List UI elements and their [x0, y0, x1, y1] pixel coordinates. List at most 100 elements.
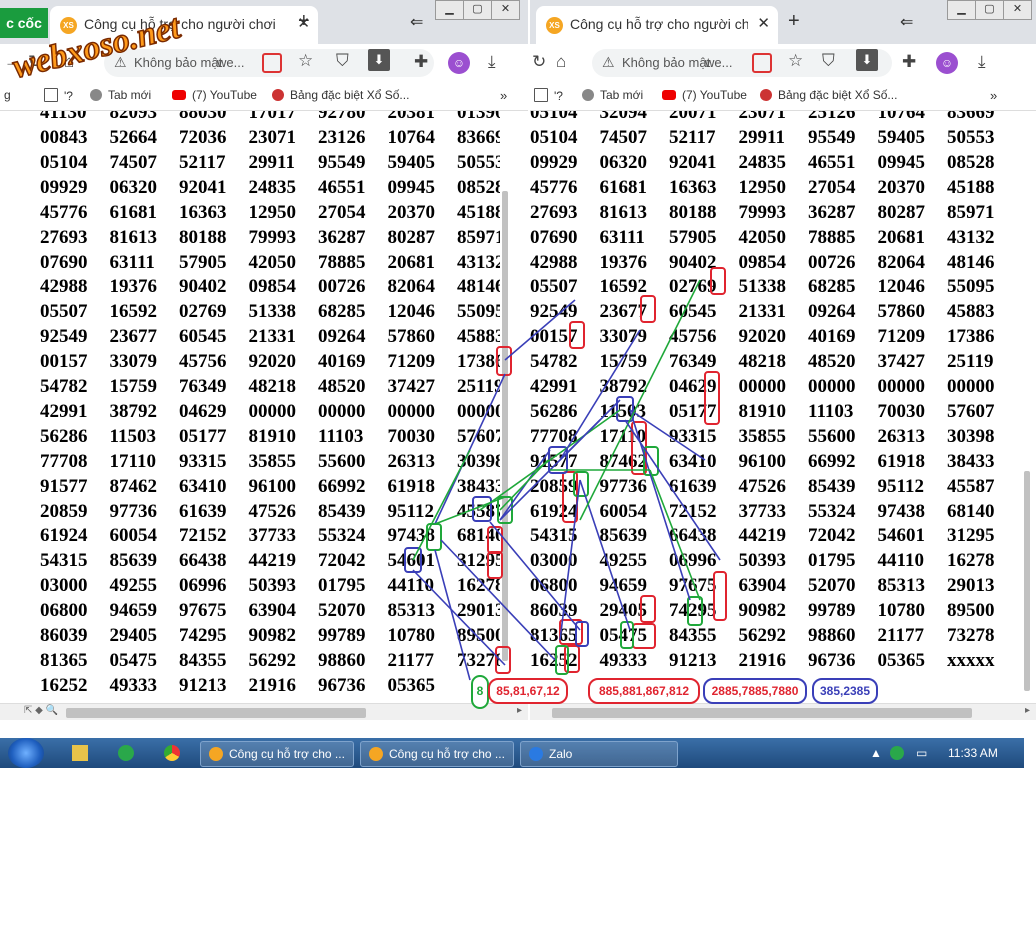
grid-cell: 80287 — [877, 201, 926, 223]
bookmark-youtube[interactable]: (7) YouTube — [662, 88, 747, 102]
grid-cell: 72152 — [179, 525, 227, 547]
grid-cell: 91577 — [530, 450, 578, 472]
windows-start-button[interactable] — [8, 738, 44, 768]
grid-cell: 61681 — [599, 176, 648, 198]
horizontal-scrollbar[interactable]: ▸ — [530, 703, 1036, 720]
new-tab-plus-icon[interactable]: + — [788, 10, 800, 33]
grid-cell: 12950 — [248, 201, 297, 223]
more-bookmarks-icon[interactable]: » — [500, 88, 507, 103]
profile-avatar-icon[interactable]: ☺ — [448, 52, 470, 74]
camera-blocked-icon[interactable] — [262, 53, 282, 73]
star-icon[interactable]: ☆ — [788, 51, 803, 71]
horizontal-scrollbar[interactable]: ⇱ ◆ 🔍 ▸ — [0, 703, 528, 720]
download-box-icon[interactable]: ⬇ — [856, 49, 878, 71]
bookmark-folder[interactable]: '? — [534, 88, 563, 103]
shield-icon[interactable]: ⛉ — [822, 51, 835, 71]
grid-cell: 42050 — [738, 226, 787, 248]
grid-cell: 85639 — [109, 550, 158, 572]
grid-cell: 21177 — [877, 625, 924, 646]
reload-icon[interactable]: ↻ — [532, 52, 546, 72]
more-bookmarks-icon[interactable]: » — [990, 88, 997, 103]
extensions-puzzle-icon[interactable]: ✚ — [414, 52, 428, 72]
download-icon[interactable]: ⤓ — [488, 52, 496, 72]
grid-cell: 36287 — [318, 226, 366, 248]
grid-cell: 20381 — [387, 111, 436, 124]
bookmark-xoso[interactable]: Bảng đặc biệt Xổ Số... — [272, 88, 409, 102]
download-icon[interactable]: ⤓ — [978, 52, 986, 72]
explorer-icon[interactable] — [72, 745, 88, 761]
grid-cell: 29405 — [109, 625, 158, 646]
grid-cell: 48146 — [947, 251, 995, 273]
taskbar-app-2[interactable]: Công cụ hỗ trợ cho ... — [360, 741, 514, 767]
taskbar-app-1[interactable]: Công cụ hỗ trợ cho ... — [200, 741, 354, 767]
right-browser-window: XS Công cụ hỗ trợ cho người chơi ✕ + ⇐ ▁… — [530, 0, 1036, 720]
grid-cell: 72042 — [808, 525, 856, 547]
grid-cell: 06320 — [109, 176, 158, 198]
bookmark-xoso[interactable]: Bảng đặc biệt Xổ Số... — [760, 88, 897, 102]
grid-cell: 41130 — [40, 111, 87, 124]
bookmark-new-tab[interactable]: Tab mới — [582, 88, 643, 102]
grid-cell: 00000 — [947, 376, 995, 397]
grid-cell: 60545 — [669, 301, 717, 323]
grid-cell: 84355 — [179, 649, 227, 671]
devtools-icons[interactable]: ⇱ ◆ 🔍 — [24, 705, 58, 716]
window-pin-icon[interactable]: ⇐ — [900, 12, 913, 32]
grid-cell: 50553 — [947, 127, 995, 148]
network-icon[interactable]: ▭ — [916, 746, 927, 760]
maximize-icon[interactable]: ▢ — [975, 0, 1004, 20]
vertical-scrollbar[interactable] — [1022, 111, 1032, 703]
tray-app-icon[interactable] — [890, 746, 904, 760]
tray-up-arrow-icon[interactable]: ▲ — [870, 746, 882, 760]
grid-cell: 74295 — [669, 600, 717, 622]
grid-cell: 11103 — [808, 400, 854, 422]
grid-cell: 29013 — [947, 575, 995, 597]
home-icon[interactable]: ⌂ — [556, 52, 566, 72]
profile-avatar-icon[interactable]: ☺ — [936, 52, 958, 74]
grid-cell: 61681 — [109, 201, 158, 223]
new-tab-plus-icon[interactable]: + — [298, 10, 310, 33]
close-icon[interactable]: ✕ — [757, 14, 770, 32]
grid-cell: 56286 — [530, 400, 578, 422]
grid-cell: 27054 — [318, 201, 366, 223]
address-bar[interactable]: ⚠ Không bảo mật we... ☆ ⛉ ⬇ — [592, 49, 892, 77]
grid-cell: 20071 — [669, 111, 717, 124]
star-icon[interactable]: ☆ — [298, 51, 313, 71]
minimize-icon[interactable]: ▁ — [435, 0, 464, 20]
shield-icon[interactable]: ⛉ — [336, 51, 349, 71]
grid-cell: 68140 — [947, 500, 995, 522]
camera-blocked-icon[interactable] — [752, 53, 772, 73]
grid-cell: 05104 — [40, 151, 88, 173]
window-pin-icon[interactable]: ⇐ — [410, 12, 423, 32]
maximize-icon[interactable]: ▢ — [463, 0, 492, 20]
close-window-icon[interactable]: ✕ — [491, 0, 520, 20]
grid-cell: 06320 — [599, 151, 648, 173]
minimize-icon[interactable]: ▁ — [947, 0, 976, 20]
extensions-puzzle-icon[interactable]: ✚ — [902, 52, 916, 72]
grid-cell: 99789 — [808, 600, 856, 622]
grid-cell: 63904 — [248, 600, 297, 622]
grid-cell: 21331 — [738, 301, 787, 323]
grid-cell: 86039 — [530, 600, 578, 622]
taskbar-app-zalo[interactable]: Zalo — [520, 741, 678, 767]
coccoc-icon[interactable] — [118, 745, 134, 761]
grid-cell: 95549 — [808, 127, 856, 148]
grid-cell: 23677 — [109, 326, 158, 348]
grid-cell: 56292 — [248, 649, 297, 671]
left-browser-window: c cốc XS Công cụ hỗ trợ cho người chơi ✕… — [0, 0, 528, 720]
grid-cell: 88030 — [179, 111, 227, 124]
vertical-scrollbar[interactable] — [500, 111, 510, 703]
grid-cell: 81613 — [109, 226, 158, 248]
grid-cell: 03000 — [40, 575, 88, 597]
close-window-icon[interactable]: ✕ — [1003, 0, 1032, 20]
grid-cell: 82064 — [387, 276, 436, 298]
grid-cell: 72036 — [179, 127, 227, 148]
tab-active[interactable]: XS Công cụ hỗ trợ cho người chơi ✕ — [536, 6, 778, 44]
grid-cell: 74295 — [179, 625, 227, 646]
download-box-icon[interactable]: ⬇ — [368, 49, 390, 71]
grid-cell: 25126 — [808, 111, 856, 124]
grid-cell: 00000 — [248, 400, 297, 422]
grid-cell: 29911 — [738, 127, 785, 148]
taskbar-clock[interactable]: 11:33 AM — [948, 746, 998, 760]
grid-cell: 49255 — [109, 575, 158, 597]
chrome-icon[interactable] — [164, 745, 180, 761]
